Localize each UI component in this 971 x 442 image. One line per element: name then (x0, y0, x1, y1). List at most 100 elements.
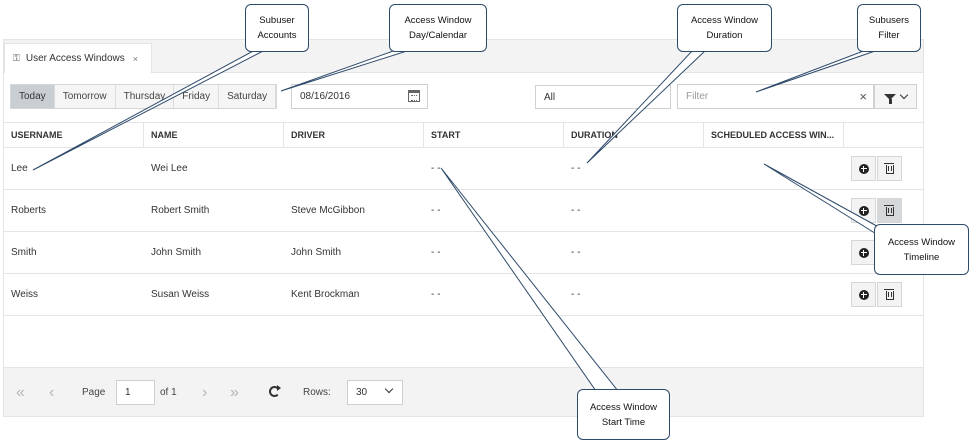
filter-placeholder: Filter (686, 91, 709, 102)
day-button-tomorrow[interactable]: Tomorrow (54, 85, 116, 108)
cell-timeline (704, 190, 844, 231)
cell-name: John Smith (151, 247, 202, 258)
cell-name: Wei Lee (151, 163, 188, 174)
callout-line: Day/Calendar (408, 30, 468, 41)
add-window-button[interactable] (851, 282, 876, 307)
grid-header: USERNAME NAME DRIVER START DURATION SCHE… (4, 122, 923, 148)
day-button-today[interactable]: Today (11, 85, 55, 108)
callout-start-time: Access Window Start Time (577, 389, 670, 440)
cell-username: Roberts (11, 205, 47, 216)
user-access-windows-panel: ⚿ User Access Windows × Today Tomorrow T… (3, 39, 924, 417)
callout-line: Filter (878, 30, 900, 41)
table-row[interactable]: Lee Wei Lee - - - - (4, 148, 923, 190)
callout-line: Duration (706, 30, 743, 41)
day-button-thursday[interactable]: Thursday (115, 85, 175, 108)
cell-timeline (704, 232, 844, 273)
cell-username: Lee (11, 163, 28, 174)
add-window-button[interactable] (851, 240, 876, 265)
first-page-icon[interactable]: « (16, 368, 25, 417)
callout-line: Access Window (887, 236, 956, 248)
callout-duration: Access Window Duration (677, 4, 772, 52)
status-select-value: All (544, 91, 556, 103)
column-header-scheduled[interactable]: SCHEDULED ACCESS WIN... (704, 123, 844, 147)
cell-start: - - (431, 163, 441, 174)
cell-username: Weiss (11, 289, 39, 300)
cell-name: Susan Weiss (151, 289, 210, 300)
cell-username: Smith (11, 247, 37, 258)
column-header-driver[interactable]: DRIVER (284, 123, 424, 147)
last-page-icon[interactable]: » (230, 368, 239, 417)
cell-start: - - (431, 205, 441, 216)
callout-line: Start Time (601, 416, 646, 428)
rows-per-page-value: 30 (356, 387, 368, 398)
cell-duration: - - (571, 205, 581, 216)
tab-title: User Access Windows (25, 53, 125, 64)
date-picker[interactable]: 08/16/2016 (291, 84, 428, 109)
day-button-saturday[interactable]: Saturday (219, 85, 277, 108)
date-value: 08/16/2016 (300, 91, 351, 102)
pager: « ‹ Page 1 of 1 › » Rows: 30 (4, 367, 923, 416)
next-page-icon[interactable]: › (202, 368, 207, 417)
callout-line: Access Window (404, 15, 472, 26)
plus-circle-icon (858, 247, 869, 258)
column-header-start[interactable]: START (424, 123, 564, 147)
callout-timeline: Access Window Timeline (874, 224, 969, 275)
filter-input[interactable]: Filter × (677, 84, 874, 109)
table-row[interactable]: Smith John Smith John Smith - - - - (4, 232, 923, 274)
table-row[interactable]: Weiss Susan Weiss Kent Brockman - - - - (4, 274, 923, 316)
callout-line: Accounts (257, 30, 297, 41)
day-selector: Today Tomorrow Thursday Friday Saturday (10, 84, 278, 109)
callout-line: Timeline (903, 251, 940, 263)
callout-line: Subusers (868, 15, 910, 26)
cell-driver: Kent Brockman (291, 289, 360, 300)
row-actions (844, 274, 923, 315)
add-window-button[interactable] (851, 156, 876, 181)
callout-subuser-accounts: Subuser Accounts (245, 4, 309, 52)
cell-driver: John Smith (291, 247, 342, 258)
table-row[interactable]: Roberts Robert Smith Steve McGibbon - - … (4, 190, 923, 232)
cell-duration: - - (571, 247, 581, 258)
column-header-name[interactable]: NAME (144, 123, 284, 147)
delete-button[interactable] (877, 198, 902, 223)
callout-subusers-filter: Subusers Filter (857, 4, 921, 52)
delete-button[interactable] (877, 282, 902, 307)
close-icon[interactable]: × (133, 54, 138, 64)
key-icon: ⚿ (13, 53, 20, 63)
cell-driver (284, 148, 424, 189)
chevron-down-icon (384, 384, 394, 394)
cell-timeline (704, 148, 844, 189)
status-select[interactable]: All (535, 85, 671, 109)
trash-icon (884, 288, 894, 300)
column-header-username[interactable]: USERNAME (4, 123, 144, 147)
page-number-value: 1 (125, 387, 131, 398)
previous-page-icon[interactable]: ‹ (49, 368, 54, 417)
cell-duration: - - (571, 163, 581, 174)
callout-line: Access Window (589, 401, 658, 413)
cell-driver: Steve McGibbon (291, 205, 365, 216)
add-window-button[interactable] (851, 198, 876, 223)
access-grid: USERNAME NAME DRIVER START DURATION SCHE… (4, 122, 923, 316)
page-count: of 1 (160, 387, 177, 398)
cell-timeline (704, 274, 844, 315)
refresh-icon[interactable] (269, 385, 281, 397)
plus-circle-icon (858, 289, 869, 300)
row-actions (844, 148, 923, 189)
delete-button[interactable] (877, 156, 902, 181)
page-number-input[interactable]: 1 (116, 380, 155, 405)
calendar-icon[interactable] (408, 90, 420, 102)
tab-user-access-windows[interactable]: ⚿ User Access Windows × (4, 43, 152, 73)
page-label: Page (82, 387, 106, 398)
cell-name: Robert Smith (151, 205, 210, 216)
plus-circle-icon (858, 205, 869, 216)
rows-per-page-select[interactable]: 30 (347, 380, 403, 405)
column-header-actions (844, 123, 923, 147)
filter-menu-button[interactable] (874, 84, 917, 109)
callout-line: Subuser (259, 15, 295, 26)
callout-day-calendar: Access Window Day/Calendar (389, 4, 487, 52)
column-header-duration[interactable]: DURATION (564, 123, 704, 147)
clear-icon[interactable]: × (859, 89, 867, 104)
cell-start: - - (431, 289, 441, 300)
callout-line: Access Window (690, 15, 759, 26)
chevron-down-icon (899, 90, 909, 100)
day-button-friday[interactable]: Friday (174, 85, 220, 108)
